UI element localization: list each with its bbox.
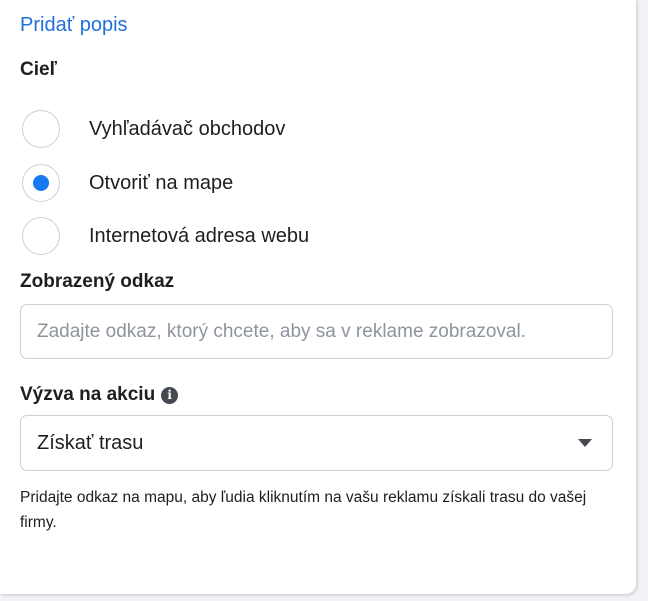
radio-selected-dot: [33, 175, 49, 191]
cta-label: Výzva na akciu: [20, 384, 156, 405]
add-description-link[interactable]: Pridať popis: [20, 14, 128, 37]
display-link-input[interactable]: [20, 304, 613, 359]
display-link-label: Zobrazený odkaz: [20, 271, 175, 292]
cta-select[interactable]: Získať trasu: [20, 415, 613, 471]
caret-down-icon[interactable]: [578, 439, 592, 447]
form-panel: Pridať popis Cieľ Vyhľadávač obchodov Ot…: [0, 0, 636, 594]
goal-label: Cieľ: [20, 59, 57, 80]
radio-label: Otvoriť na mape: [89, 171, 234, 194]
radio-button[interactable]: [22, 217, 60, 255]
radio-option-store-locator[interactable]: Vyhľadávač obchodov: [22, 109, 285, 149]
radio-label: Internetová adresa webu: [89, 224, 310, 247]
cta-selected-value: Získať trasu: [37, 431, 144, 454]
radio-button-selected[interactable]: [22, 164, 60, 202]
info-icon[interactable]: i: [161, 387, 179, 404]
radio-button[interactable]: [22, 110, 60, 148]
helper-text: Pridajte odkaz na mapu, aby ľudia kliknu…: [20, 489, 587, 531]
radio-option-open-map[interactable]: Otvoriť na mape: [22, 163, 233, 203]
cta-label-row: Výzva na akciu i: [20, 384, 179, 406]
radio-label: Vyhľadávač obchodov: [89, 117, 286, 140]
radio-option-website-url[interactable]: Internetová adresa webu: [22, 216, 309, 256]
